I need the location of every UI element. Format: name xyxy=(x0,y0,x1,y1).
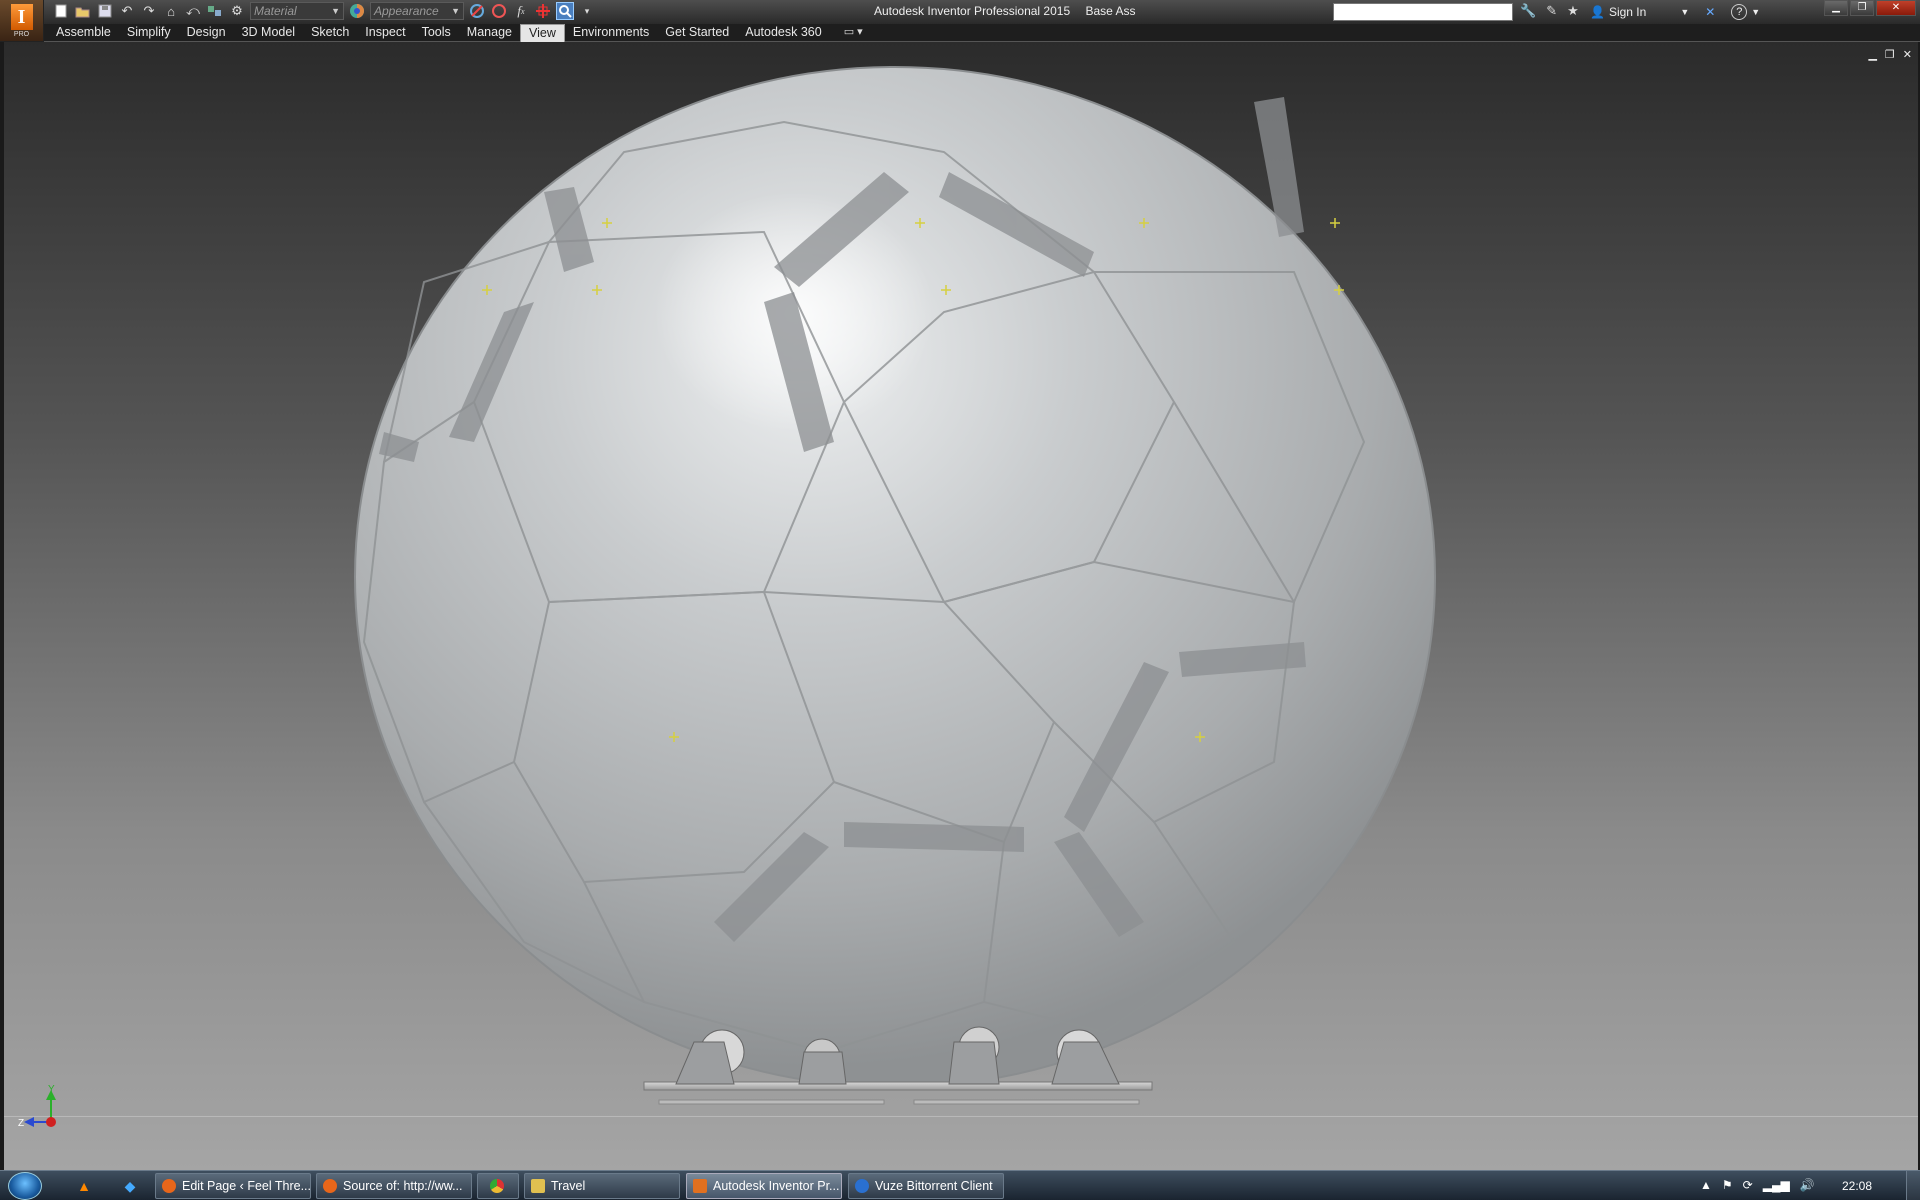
chevron-down-icon: ▼ xyxy=(1751,7,1761,17)
taskbar-item-inventor[interactable]: Autodesk Inventor Pr... xyxy=(686,1173,842,1199)
clear-override-icon[interactable] xyxy=(468,2,486,20)
save-icon[interactable] xyxy=(96,2,114,20)
window-controls: ▁ ❐ ✕ xyxy=(1824,0,1916,16)
firefox-icon xyxy=(323,1179,337,1193)
taskbar-item-travel-folder[interactable]: Travel xyxy=(524,1173,680,1199)
home-icon[interactable]: ⌂ xyxy=(162,2,180,20)
binoculars-icon[interactable]: 🔧 xyxy=(1520,3,1536,19)
redo-icon[interactable]: ↷ xyxy=(140,2,158,20)
taskbar-item-label: Source of: http://ww... xyxy=(343,1179,463,1193)
select-icon[interactable] xyxy=(206,2,224,20)
app-title: Autodesk Inventor Professional 2015 xyxy=(874,4,1071,18)
action-center-flag-icon[interactable]: ⚑ xyxy=(1722,1178,1733,1192)
taskbar-item-label: Autodesk Inventor Pr... xyxy=(713,1179,840,1193)
measure-icon[interactable] xyxy=(534,2,552,20)
taskbar-item-vuze[interactable]: Vuze Bittorrent Client xyxy=(848,1173,1004,1199)
undo-icon[interactable]: ↶ xyxy=(118,2,136,20)
tab-simplify[interactable]: Simplify xyxy=(119,24,179,42)
ground-plane-line xyxy=(4,1116,1918,1117)
chevron-down-icon: ▼ xyxy=(331,6,340,16)
vuze-icon xyxy=(855,1179,869,1193)
document-title: Base Ass xyxy=(1085,4,1136,18)
taskbar-item-firefox-edit[interactable]: Edit Page ‹ Feel Thre... xyxy=(155,1173,311,1199)
chrome-icon xyxy=(490,1179,504,1193)
taskbar-item-chrome[interactable] xyxy=(477,1173,519,1199)
user-icon: 👤 xyxy=(1590,5,1605,19)
tab-sketch[interactable]: Sketch xyxy=(303,24,357,42)
axis-label-y: Y xyxy=(48,1084,55,1095)
firefox-icon xyxy=(162,1179,176,1193)
quick-access-toolbar: ↶ ↷ ⌂ ⤺ ⚙ Material ▼ Appearance ▼ fx ▾ xyxy=(52,2,596,20)
windows-taskbar: ▲ ◆ Edit Page ‹ Feel Thre... Source of: … xyxy=(0,1170,1920,1200)
tab-assemble[interactable]: Assemble xyxy=(48,24,119,42)
title-bar: I PRO ↶ ↷ ⌂ ⤺ ⚙ Material ▼ Appearance ▼ xyxy=(0,0,1920,42)
start-button[interactable] xyxy=(8,1172,42,1200)
axis-label-z: Z xyxy=(18,1118,24,1129)
open-icon[interactable] xyxy=(74,2,92,20)
network-signal-icon[interactable]: ▂▄▆ xyxy=(1763,1178,1790,1192)
vlc-icon[interactable]: ▲ xyxy=(76,1178,92,1194)
sign-in-label: Sign In xyxy=(1608,5,1647,19)
dropbox-icon[interactable]: ◆ xyxy=(122,1178,138,1194)
minimize-button[interactable]: ▁ xyxy=(1824,0,1848,16)
help-bar-icons: 🔧 ✎ ★ xyxy=(1520,3,1579,19)
favorites-icon[interactable]: ★ xyxy=(1567,3,1579,19)
folder-icon xyxy=(531,1179,545,1193)
tab-autodesk-360[interactable]: Autodesk 360 xyxy=(737,24,829,42)
show-desktop-button[interactable] xyxy=(1906,1171,1920,1200)
inventor-logo-icon: I xyxy=(10,3,33,30)
graphics-viewport[interactable]: ▁ ❐ ✕ Y Z xyxy=(0,42,1920,1170)
function-icon[interactable]: fx xyxy=(512,2,530,20)
tab-get-started[interactable]: Get Started xyxy=(657,24,737,42)
zoom-icon[interactable] xyxy=(556,2,574,20)
taskbar-item-label: Vuze Bittorrent Client xyxy=(875,1179,993,1193)
taskbar-clock[interactable]: 22:08 xyxy=(1842,1179,1872,1193)
exchange-icon[interactable]: ✕ xyxy=(1705,5,1715,19)
taskbar-item-firefox-source[interactable]: Source of: http://ww... xyxy=(316,1173,472,1199)
tab-3d-model[interactable]: 3D Model xyxy=(234,24,304,42)
return-icon[interactable]: ⤺ xyxy=(184,2,202,20)
sphere-shell xyxy=(354,66,1436,1088)
chevron-down-icon: ▼ xyxy=(451,6,460,16)
view-axis-triad: Y Z xyxy=(18,1084,56,1129)
taskbar-item-label: Edit Page ‹ Feel Thre... xyxy=(182,1179,311,1193)
sphere-assembly-model[interactable] xyxy=(4,42,1918,1170)
window-title: Autodesk Inventor Professional 2015 Base… xyxy=(874,4,1136,18)
help-icon[interactable]: ? xyxy=(1731,4,1748,20)
taskbar-item-label: Travel xyxy=(551,1179,586,1193)
new-icon[interactable] xyxy=(52,2,70,20)
close-button[interactable]: ✕ xyxy=(1876,0,1916,16)
ribbon-tab-bar: Assemble Simplify Design 3D Model Sketch… xyxy=(0,24,1920,42)
tab-tools[interactable]: Tools xyxy=(414,24,459,42)
application-menu-button[interactable]: I PRO xyxy=(0,0,44,42)
tab-manage[interactable]: Manage xyxy=(459,24,520,42)
sign-in-button[interactable]: 👤 Sign In ▼ ✕ ? ▼ xyxy=(1590,4,1760,20)
customize-icon[interactable]: ▾ xyxy=(578,2,596,20)
subscription-icon[interactable]: ✎ xyxy=(1546,3,1557,19)
ribbon-display-toggle[interactable]: ▭ ▾ xyxy=(844,24,863,42)
tab-design[interactable]: Design xyxy=(179,24,234,42)
volume-icon[interactable]: 🔊 xyxy=(1800,1178,1815,1192)
tab-environments[interactable]: Environments xyxy=(565,24,657,42)
inventor-icon xyxy=(693,1179,707,1193)
tab-view[interactable]: View xyxy=(519,24,565,42)
maximize-button[interactable]: ❐ xyxy=(1850,0,1874,16)
chevron-down-icon: ▼ xyxy=(1680,7,1690,17)
help-search-input[interactable] xyxy=(1333,3,1513,21)
system-tray: ▲ ⚑ ⟳ ▂▄▆ 🔊 xyxy=(1700,1178,1815,1192)
sync-icon[interactable]: ⟳ xyxy=(1743,1178,1753,1192)
appearance-dropdown-value: Appearance xyxy=(374,4,439,18)
adjust-icon[interactable] xyxy=(490,2,508,20)
material-dropdown[interactable]: Material ▼ xyxy=(250,2,344,20)
appearance-dropdown[interactable]: Appearance ▼ xyxy=(370,2,464,20)
tab-inspect[interactable]: Inspect xyxy=(357,24,413,42)
appearance-icon xyxy=(348,2,366,20)
update-icon[interactable]: ⚙ xyxy=(228,2,246,20)
show-hidden-icons-icon[interactable]: ▲ xyxy=(1700,1178,1712,1192)
material-dropdown-value: Material xyxy=(254,4,297,18)
pro-badge: PRO xyxy=(13,30,30,38)
